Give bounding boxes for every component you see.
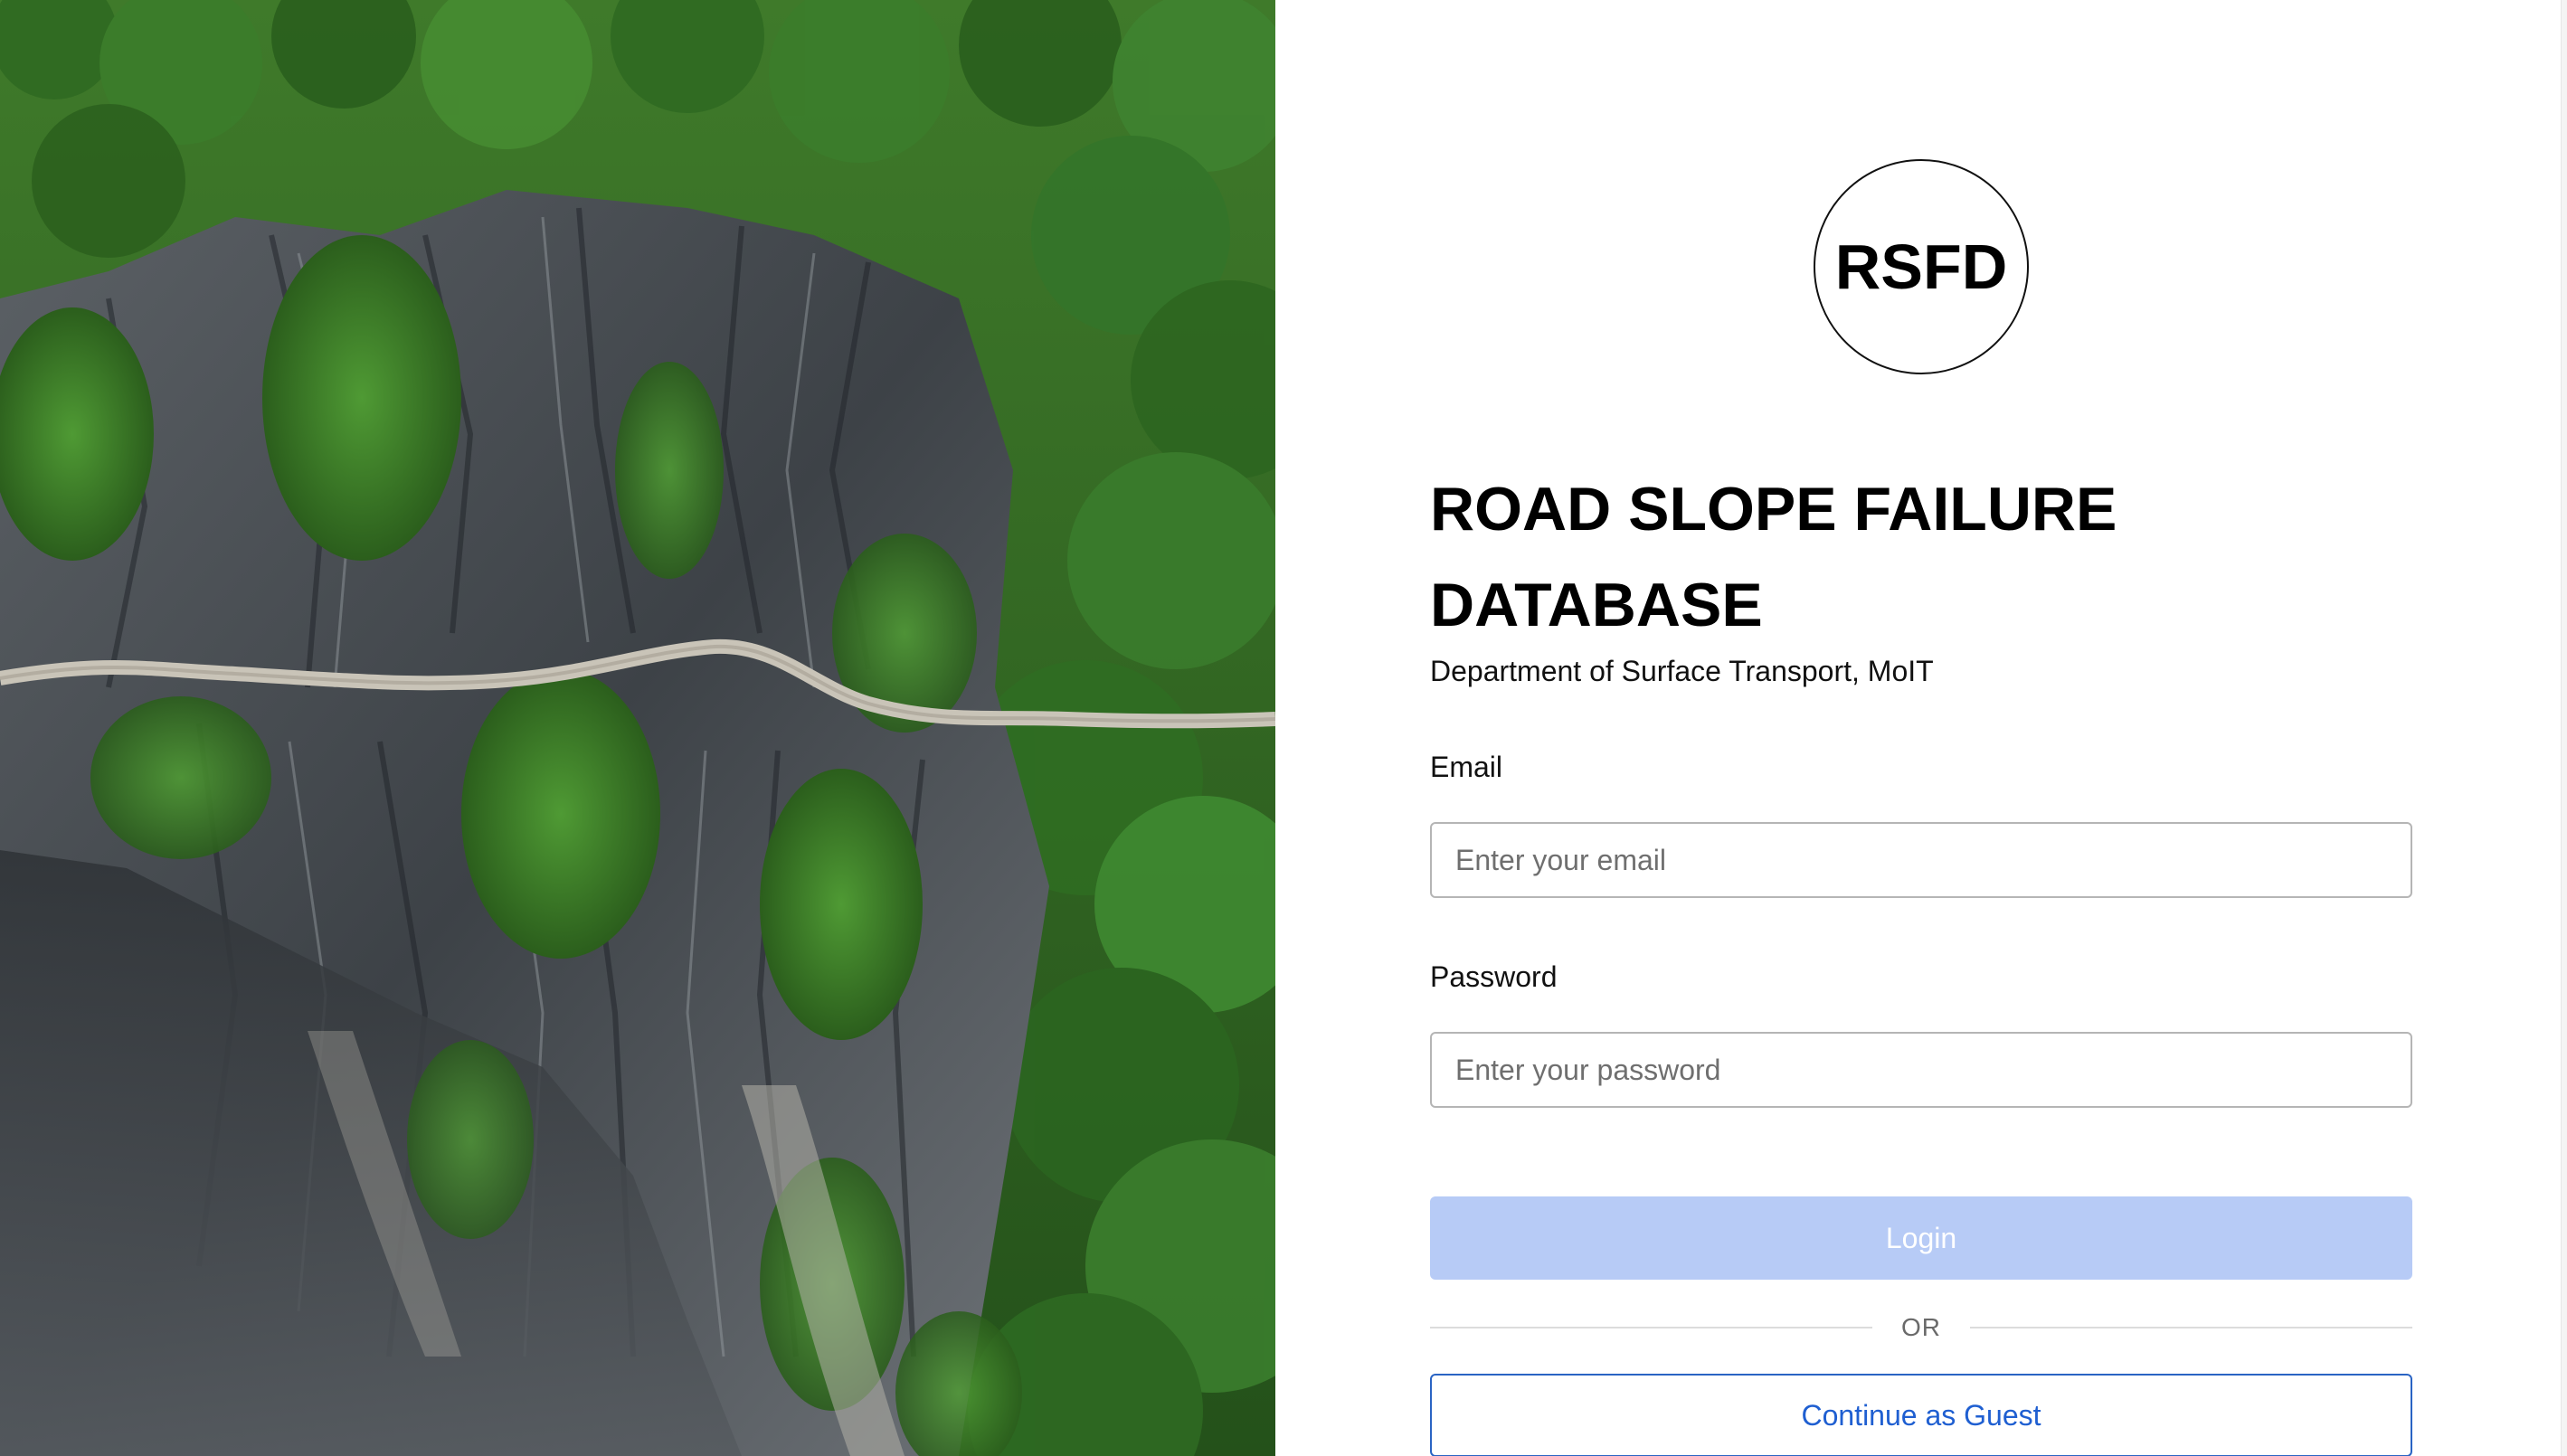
password-field[interactable] [1430,1032,2412,1108]
page-title: ROAD SLOPE FAILURE DATABASE [1430,475,2117,639]
login-panel: RSFD ROAD SLOPE FAILURE DATABASE Departm… [1275,0,2567,1456]
page-subtitle: Department of Surface Transport, MoIT [1430,655,1934,687]
divider-label: OR [1901,1313,1941,1341]
email-label: Email [1430,751,1503,783]
login-page: RSFD ROAD SLOPE FAILURE DATABASE Departm… [0,0,2567,1456]
scrollbar[interactable] [2561,0,2567,1456]
aerial-landslide-road-photo [0,0,1275,1456]
or-divider: OR [1430,1309,2412,1346]
email-field[interactable] [1430,822,2412,898]
divider-line-right [1970,1327,2412,1328]
rsfd-logo: RSFD [1814,159,2029,374]
hero-image [0,0,1275,1456]
divider-line-left [1430,1327,1872,1328]
password-label: Password [1430,960,1558,993]
continue-as-guest-button[interactable]: Continue as Guest [1430,1374,2412,1456]
logo-text: RSFD [1834,232,2008,302]
login-button[interactable]: Login [1430,1196,2412,1280]
